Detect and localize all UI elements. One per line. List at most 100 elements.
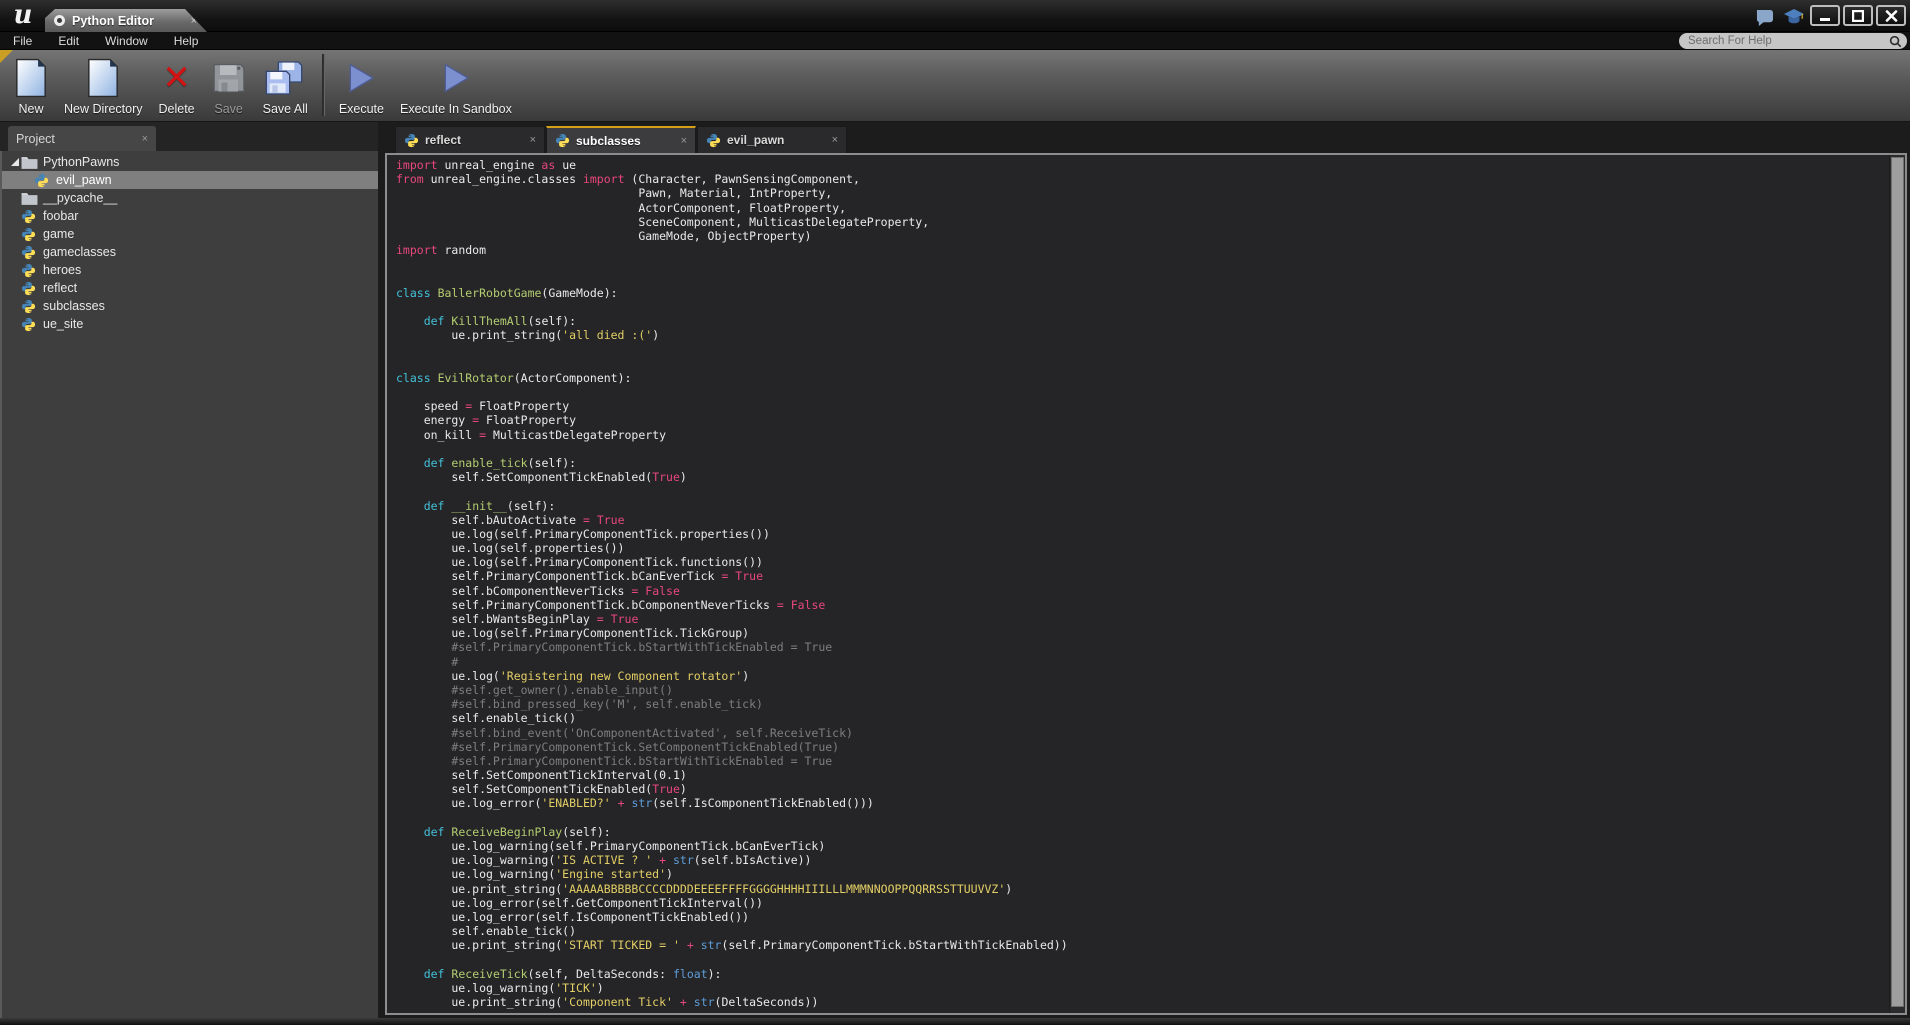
code-line[interactable]: ue.print_string('START TICKED = ' + str(…	[396, 938, 1888, 952]
toolbar-button-execute-in-sandbox[interactable]: Execute In Sandbox	[392, 52, 520, 116]
code-line[interactable]: #self.PrimaryComponentTick.bStartWithTic…	[396, 640, 1888, 654]
code-line[interactable]: self.enable_tick()	[396, 924, 1888, 938]
editor-tab-reflect[interactable]: reflect×	[395, 126, 545, 153]
code-line[interactable]: ue.log(self.PrimaryComponentTick.propert…	[396, 527, 1888, 541]
tree-item-pycache[interactable]: __pycache__	[2, 189, 378, 207]
code-line[interactable]: self.bComponentNeverTicks = False	[396, 584, 1888, 598]
code-line[interactable]: #self.PrimaryComponentTick.SetComponentT…	[396, 740, 1888, 754]
code-line[interactable]	[396, 257, 1888, 271]
code-line[interactable]: import unreal_engine as ue	[396, 158, 1888, 172]
code-line[interactable]	[396, 484, 1888, 498]
code-line[interactable]: #self.bind_event('OnComponentActivated',…	[396, 726, 1888, 740]
vertical-scrollbar[interactable]	[1889, 155, 1905, 1013]
window-tab-close-icon[interactable]: ×	[191, 15, 197, 27]
code-line[interactable]	[396, 300, 1888, 314]
code-line[interactable]: from unreal_engine.classes import (Chara…	[396, 172, 1888, 186]
code-line[interactable]: self.bWantsBeginPlay = True	[396, 612, 1888, 626]
code-line[interactable]: energy = FloatProperty	[396, 413, 1888, 427]
code-line[interactable]	[396, 272, 1888, 286]
code-line[interactable]: self.PrimaryComponentTick.bCanEverTick =…	[396, 569, 1888, 583]
code-line[interactable]: ActorComponent, FloatProperty,	[396, 201, 1888, 215]
toolbar-button-execute[interactable]: Execute	[331, 52, 392, 116]
code-line[interactable]: ue.print_string('AAAAABBBBBCCCCDDDDEEEEF…	[396, 882, 1888, 896]
scrollbar-thumb[interactable]	[1891, 157, 1904, 1007]
minimize-button[interactable]	[1810, 5, 1840, 26]
tree-item-reflect[interactable]: reflect	[2, 279, 378, 297]
code-line[interactable]: ue.log(self.PrimaryComponentTick.TickGro…	[396, 626, 1888, 640]
code-line[interactable]: ue.log_error(self.GetComponentTickInterv…	[396, 896, 1888, 910]
menu-item-window[interactable]: Window	[92, 32, 161, 50]
menu-item-edit[interactable]: Edit	[45, 32, 92, 50]
window-tab[interactable]: Python Editor ×	[45, 9, 207, 32]
code-line[interactable]: def __init__(self):	[396, 499, 1888, 513]
code-line[interactable]: self.SetComponentTickInterval(0.1)	[396, 768, 1888, 782]
code-line[interactable]: class BallerRobotGame(GameMode):	[396, 286, 1888, 300]
code-line[interactable]: ue.log_error('ENABLED?' + str(self.IsCom…	[396, 796, 1888, 810]
code-line[interactable]: ue.log_warning('TICK')	[396, 981, 1888, 995]
code-line[interactable]	[396, 342, 1888, 356]
tutorial-cap-icon[interactable]	[1783, 8, 1805, 31]
maximize-button[interactable]	[1843, 5, 1873, 26]
code-line[interactable]: ue.log(self.properties())	[396, 541, 1888, 555]
tree-item-gameclasses[interactable]: gameclasses	[2, 243, 378, 261]
code-line[interactable]: ue.print_string('all died :(')	[396, 328, 1888, 342]
editor-tab-subclasses[interactable]: subclasses×	[546, 126, 696, 153]
code-line[interactable]: #self.PrimaryComponentTick.bStartWithTic…	[396, 754, 1888, 768]
editor-tab-evil-pawn[interactable]: evil_pawn×	[697, 126, 847, 153]
menu-item-help[interactable]: Help	[161, 32, 212, 50]
toolbar-button-save-all[interactable]: Save All	[255, 52, 316, 116]
code-line[interactable]: speed = FloatProperty	[396, 399, 1888, 413]
code-line[interactable]: ue.log_warning(self.PrimaryComponentTick…	[396, 839, 1888, 853]
code-line[interactable]: self.SetComponentTickEnabled(True)	[396, 782, 1888, 796]
code-line[interactable]	[396, 357, 1888, 371]
code-line[interactable]	[396, 811, 1888, 825]
code-line[interactable]: #	[396, 655, 1888, 669]
code-line[interactable]: self.enable_tick()	[396, 711, 1888, 725]
editor-tab-close-icon[interactable]: ×	[832, 134, 838, 146]
code-line[interactable]: ue.log_error(self.IsComponentTickEnabled…	[396, 910, 1888, 924]
feedback-bubble-icon[interactable]	[1755, 9, 1774, 31]
project-tab-close-icon[interactable]: ×	[142, 133, 148, 145]
tree-item-game[interactable]: game	[2, 225, 378, 243]
code-line[interactable]: #self.get_owner().enable_input()	[396, 683, 1888, 697]
editor-tab-close-icon[interactable]: ×	[681, 135, 687, 147]
toolbar-button-delete[interactable]: ✕Delete	[151, 52, 203, 116]
tree-item-subclasses[interactable]: subclasses	[2, 297, 378, 315]
project-tab[interactable]: Project ×	[8, 126, 156, 151]
code-line[interactable]	[396, 1009, 1888, 1013]
editor-tab-close-icon[interactable]: ×	[530, 134, 536, 146]
code-line[interactable]: def ReceiveBeginPlay(self):	[396, 825, 1888, 839]
code-line[interactable]: GameMode, ObjectProperty)	[396, 229, 1888, 243]
menu-item-file[interactable]: File	[0, 32, 45, 50]
code-line[interactable]: on_kill = MulticastDelegateProperty	[396, 428, 1888, 442]
code-line[interactable]: ue.print_string('Component Tick' + str(D…	[396, 995, 1888, 1009]
toolbar-button-new-directory[interactable]: New Directory	[56, 52, 151, 116]
code-line[interactable]: self.SetComponentTickEnabled(True)	[396, 470, 1888, 484]
code-line[interactable]: class EvilRotator(ActorComponent):	[396, 371, 1888, 385]
code-line[interactable]	[396, 953, 1888, 967]
code-line[interactable]	[396, 442, 1888, 456]
code-editor[interactable]: import unreal_engine as uefrom unreal_en…	[387, 155, 1888, 1013]
tree-item-heroes[interactable]: heroes	[2, 261, 378, 279]
search-input[interactable]	[1688, 35, 1887, 47]
close-button[interactable]	[1876, 5, 1906, 26]
tree-item-evil-pawn[interactable]: evil_pawn	[2, 171, 378, 189]
code-line[interactable]: Pawn, Material, IntProperty,	[396, 186, 1888, 200]
code-line[interactable]: def ReceiveTick(self, DeltaSeconds: floa…	[396, 967, 1888, 981]
code-line[interactable]: ue.log_warning('Engine started')	[396, 867, 1888, 881]
code-line[interactable]: ue.log_warning('IS ACTIVE ? ' + str(self…	[396, 853, 1888, 867]
expander-icon[interactable]	[8, 158, 21, 166]
code-line[interactable]: def enable_tick(self):	[396, 456, 1888, 470]
tree-item-foobar[interactable]: foobar	[2, 207, 378, 225]
code-line[interactable]: self.bAutoActivate = True	[396, 513, 1888, 527]
code-line[interactable]: self.PrimaryComponentTick.bComponentNeve…	[396, 598, 1888, 612]
code-line[interactable]: ue.log(self.PrimaryComponentTick.functio…	[396, 555, 1888, 569]
code-line[interactable]: def KillThemAll(self):	[396, 314, 1888, 328]
toolbar-button-new[interactable]: New	[6, 52, 56, 116]
code-line[interactable]: import random	[396, 243, 1888, 257]
code-line[interactable]: SceneComponent, MulticastDelegatePropert…	[396, 215, 1888, 229]
code-line[interactable]: #self.bind_pressed_key('M', self.enable_…	[396, 697, 1888, 711]
tree-item-ue-site[interactable]: ue_site	[2, 315, 378, 333]
tree-item-pythonpawns[interactable]: PythonPawns	[2, 153, 378, 171]
code-line[interactable]	[396, 385, 1888, 399]
